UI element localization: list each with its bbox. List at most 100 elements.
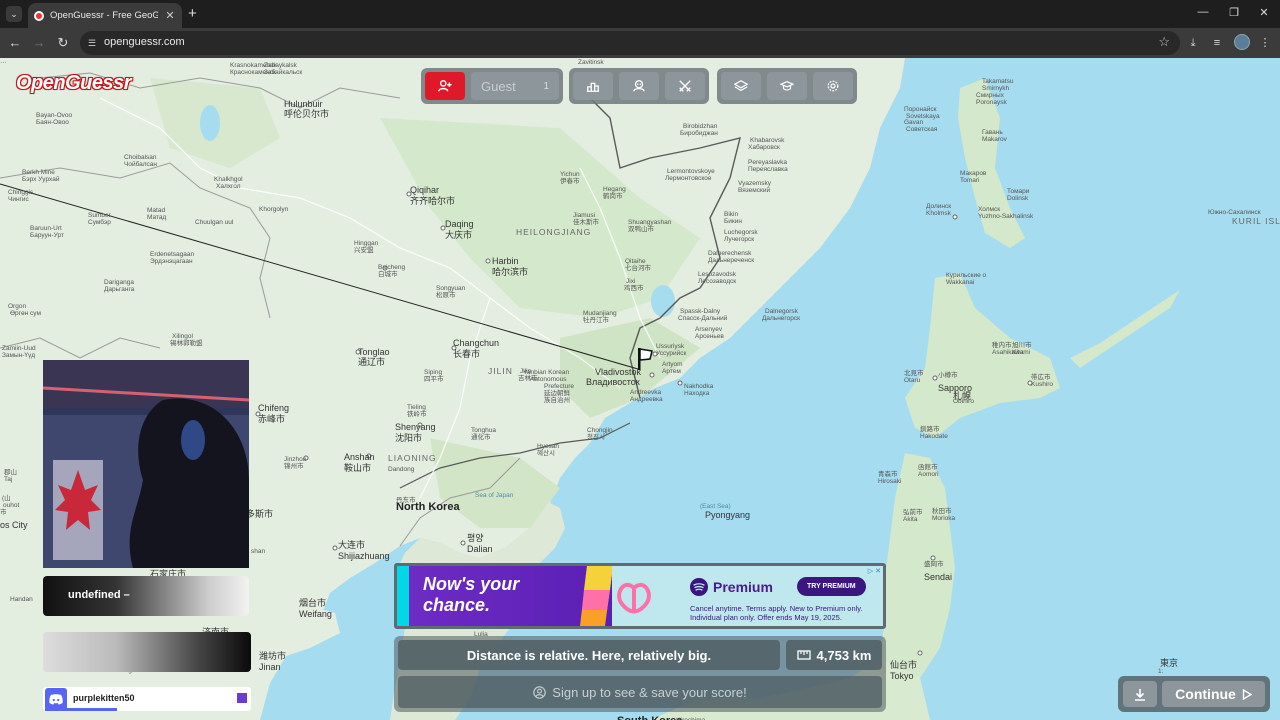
map-label: 東京: [1160, 658, 1179, 668]
browser-tab[interactable]: OpenGuessr - Free GeoGuessr A ✕: [28, 3, 182, 28]
map-label: 평양: [467, 533, 484, 543]
media-icon[interactable]: ≡: [1209, 35, 1225, 51]
map-label: Xilingol: [172, 333, 193, 340]
map-label: Tonghua: [471, 427, 496, 434]
map-label: 赤峰市: [258, 414, 286, 424]
plus-icon[interactable]: +: [188, 5, 202, 22]
map-label: Prefecture: [544, 383, 574, 390]
ad-try-premium-button[interactable]: TRY PREMIUM: [797, 577, 866, 596]
map-label: Ussuriysk: [656, 343, 685, 350]
tab-title: OpenGuessr - Free GeoGuessr A: [50, 10, 158, 21]
close-icon[interactable]: ✕: [164, 9, 176, 22]
ad-choices-icon[interactable]: ▷ ✕: [868, 567, 881, 575]
layers-button[interactable]: [721, 72, 761, 100]
webcam-image: [43, 360, 249, 568]
multiplayer-button[interactable]: [619, 72, 659, 100]
map-label: 烟台市: [299, 598, 327, 608]
map-label: 北見市: [904, 370, 924, 377]
signup-button[interactable]: Sign up to see & save your score!: [398, 676, 882, 708]
ad-headline-line-2: chance.: [423, 595, 491, 615]
map-label: Бэрх Уурхай: [22, 176, 60, 183]
guest-name-box[interactable]: Guest 1: [471, 72, 559, 100]
layers-icon: [734, 80, 748, 92]
learn-button[interactable]: [767, 72, 807, 100]
ad-headline: Now's your chance.: [423, 574, 519, 616]
ad-right-panel: Premium TRY PREMIUM Cancel anytime. Term…: [612, 566, 883, 626]
map-label: Chifeng: [258, 403, 290, 413]
profile-avatar[interactable]: [1234, 34, 1250, 50]
map-label: 市: [0, 509, 7, 516]
map-label: 鹤岗市: [603, 193, 623, 200]
map-label: Hulunbuir: [284, 99, 323, 109]
ruler-icon: [796, 650, 811, 660]
forward-icon[interactable]: →: [30, 34, 48, 52]
map-label: Zamiin-Uud: [2, 345, 36, 352]
map-label: shan: [251, 548, 266, 555]
minimize-icon[interactable]: —: [1196, 6, 1210, 18]
map-label: Otaru: [904, 377, 921, 384]
map-label: Bayan-Ovoo: [36, 112, 73, 119]
map-label: Забайкальск: [264, 69, 303, 76]
map-label: Смирных: [976, 92, 1004, 99]
leaderboard-icon: [586, 82, 600, 92]
map-label: Poronaysk: [976, 99, 1007, 106]
star-icon[interactable]: ☆: [1158, 34, 1170, 50]
continue-button[interactable]: Continue: [1162, 681, 1265, 707]
map-label: LIAONING: [388, 453, 437, 463]
map-label: Luchegorsk: [724, 229, 758, 236]
download-result-button[interactable]: [1123, 681, 1157, 707]
map-label: 小樽市: [938, 372, 958, 379]
map-label: Yanbian Korean: [523, 369, 570, 376]
map-label: Handan: [10, 596, 33, 603]
map-label: 沈阳市: [395, 433, 423, 443]
ad-spotify-brand: Premium: [690, 578, 773, 596]
reload-icon[interactable]: ↻: [54, 34, 72, 52]
map-label: 弘前市: [903, 509, 923, 516]
distance-value: 4,753 km: [816, 647, 872, 663]
map-label: Bikin: [724, 211, 739, 218]
openguessr-logo[interactable]: OpenGuessr: [15, 71, 132, 95]
download-icon[interactable]: ⤓: [1185, 35, 1201, 51]
menu-icon[interactable]: ⋮: [1257, 35, 1273, 51]
map-label: Taj: [4, 476, 13, 483]
map-label: 牡丹江市: [583, 317, 609, 324]
player-toolbar: Guest 1: [421, 68, 563, 104]
leaderboard-button[interactable]: [573, 72, 613, 100]
map-label: Баян-Овоо: [36, 119, 69, 126]
discord-username: purplekitten50: [73, 693, 135, 703]
restore-icon[interactable]: ❐: [1227, 6, 1241, 19]
map-label: 松原市: [436, 292, 456, 299]
learn-icon: [780, 80, 794, 91]
close-window-icon[interactable]: ✕: [1257, 6, 1271, 19]
advertisement-banner[interactable]: Now's your chance. Premium TRY PREMIUM C…: [394, 563, 886, 629]
map-label: Khorgolyn: [259, 206, 289, 213]
map-label: Shenyang: [395, 422, 436, 432]
battle-button[interactable]: [665, 72, 705, 100]
map-label: 帯広市: [1031, 374, 1051, 381]
guest-count: 1: [543, 80, 549, 92]
map-label: Долинск: [926, 203, 952, 210]
url-text[interactable]: openguessr.com: [104, 36, 185, 48]
stream-overlay-panel-2: [43, 632, 251, 672]
map-label: 鸡西市: [624, 285, 644, 292]
map-label: Mudanjiang: [583, 310, 617, 317]
webcam-feed: [43, 360, 249, 568]
favicon-icon: [34, 10, 44, 21]
map-label: Tieling: [407, 404, 426, 411]
map-label: Баруун-Урт: [30, 232, 64, 239]
map-label: Vyazemsky: [738, 180, 771, 187]
map-label: Anshan: [344, 452, 375, 462]
url-field[interactable]: ☰ openguessr.com ☆: [80, 31, 1180, 55]
site-info-icon[interactable]: ☰: [86, 37, 98, 49]
add-user-button[interactable]: [425, 72, 465, 100]
tab-search-icon[interactable]: ⌄: [6, 6, 22, 22]
map-label: 铁岭市: [407, 411, 427, 418]
back-icon[interactable]: ←: [6, 34, 24, 52]
map-label: Vladivostok: [595, 367, 642, 377]
map-label: Spassk-Dalny: [680, 308, 721, 315]
map-label: 双鸭山市: [628, 226, 654, 233]
settings-button[interactable]: [813, 72, 853, 100]
map-label: 大连市: [338, 540, 366, 550]
play-icon: [1242, 688, 1252, 700]
map-label: 多斯市: [246, 509, 274, 519]
